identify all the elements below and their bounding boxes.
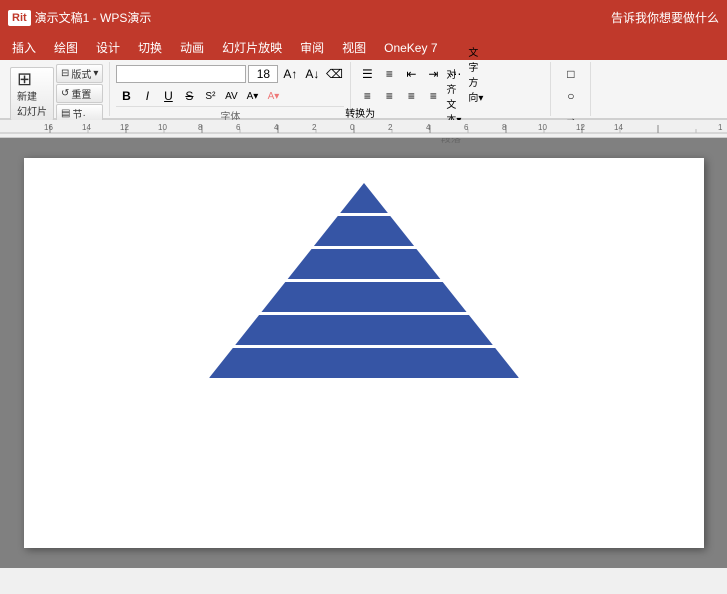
new-slide-label2: 幻灯片 xyxy=(17,103,47,118)
svg-text:10: 10 xyxy=(538,123,547,132)
char-spacing-button[interactable]: AV xyxy=(221,86,241,106)
reset-label: 重置 xyxy=(71,86,91,101)
font-grow-button[interactable]: A↑ xyxy=(280,64,300,84)
svg-text:14: 14 xyxy=(82,123,91,132)
svg-text:6: 6 xyxy=(236,123,241,132)
title-bar: Rit 演示文稿1 - WPS演示 告诉我你想要做什么 xyxy=(0,0,727,35)
section-icon: ▤ xyxy=(61,108,70,119)
menu-review[interactable]: 审阅 xyxy=(292,37,332,58)
reset-button[interactable]: ↺重置 xyxy=(56,84,103,103)
layout-label: 版式 xyxy=(71,66,91,81)
svg-text:2: 2 xyxy=(312,123,317,132)
ribbon-group-slides: ⊞ 新建 幻灯片 ⊟版式▾ ↺重置 ▤节· 幻 xyxy=(4,62,110,116)
menu-onekey[interactable]: OneKey 7 xyxy=(376,39,445,57)
svg-text:2: 2 xyxy=(388,123,393,132)
font-name-input[interactable] xyxy=(116,65,246,83)
text-direction-button[interactable]: 文字方向▾ xyxy=(467,64,487,84)
menu-insert[interactable]: 插入 xyxy=(4,37,44,58)
bold-button[interactable]: B xyxy=(116,86,136,106)
strikethrough-button[interactable]: S xyxy=(179,86,199,106)
ruler-svg: // This won't execute here, ruler marks … xyxy=(0,120,727,137)
font-shrink-button[interactable]: A↓ xyxy=(302,64,322,84)
menu-transition[interactable]: 切换 xyxy=(130,37,170,58)
new-slide-label: 新建 xyxy=(17,88,47,103)
menu-draw[interactable]: 绘图 xyxy=(46,37,86,58)
increase-indent-button[interactable]: ⇥ xyxy=(423,64,443,84)
highlight-button[interactable]: A▾ xyxy=(263,86,283,106)
justify-button[interactable]: ≡ xyxy=(423,86,443,106)
menu-slideshow[interactable]: 幻灯片放映 xyxy=(214,37,290,58)
underline-button[interactable]: U xyxy=(158,86,178,106)
svg-text:16: 16 xyxy=(44,123,53,132)
bullet-list-button[interactable]: ☰ xyxy=(357,64,377,84)
slides-group-inner: ⊞ 新建 幻灯片 ⊟版式▾ ↺重置 ▤节· xyxy=(10,64,103,123)
svg-text:4: 4 xyxy=(426,123,431,132)
document-title: 演示文稿1 - WPS演示 xyxy=(35,9,152,26)
layout-button[interactable]: ⊟版式▾ xyxy=(56,64,103,83)
font-color-picker-button[interactable]: A▾ xyxy=(242,86,262,106)
main-editing-area[interactable] xyxy=(0,138,727,568)
ribbon-group-font: A↑ A↓ ⌫ B I U S S² AV A▾ A▾ 字体 xyxy=(110,62,351,116)
svg-text:12: 12 xyxy=(120,123,129,132)
svg-text:4: 4 xyxy=(274,123,279,132)
help-hint[interactable]: 告诉我你想要做什么 xyxy=(611,9,719,26)
ribbon: ⊞ 新建 幻灯片 ⊟版式▾ ↺重置 ▤节· 幻 xyxy=(0,60,727,120)
ribbon-group-paragraph: ☰ ≡ ⇤ ⇥ ⋯ 文字方向▾ ≡ ≡ ≡ ≡ 对齐文本▾ 转换为 SmartA… xyxy=(351,62,551,116)
menu-design[interactable]: 设计 xyxy=(88,37,128,58)
align-left-button[interactable]: ≡ xyxy=(357,86,377,106)
ribbon-group-shapes: □ ○ → xyxy=(551,62,591,116)
align-center-button[interactable]: ≡ xyxy=(379,86,399,106)
pyramid-shape xyxy=(194,183,534,543)
shadow-button[interactable]: S² xyxy=(200,86,220,106)
svg-text:8: 8 xyxy=(198,123,203,132)
align-right-button[interactable]: ≡ xyxy=(401,86,421,106)
menu-animation[interactable]: 动画 xyxy=(172,37,212,58)
title-bar-left: Rit 演示文稿1 - WPS演示 xyxy=(8,9,151,26)
layout-icon: ⊟ xyxy=(61,68,69,79)
reset-icon: ↺ xyxy=(61,88,69,99)
svg-text:10: 10 xyxy=(158,123,167,132)
ruler: // This won't execute here, ruler marks … xyxy=(0,120,727,138)
slide-content xyxy=(194,183,534,543)
shape1-button[interactable]: □ xyxy=(561,64,581,84)
shape2-button[interactable]: ○ xyxy=(561,86,581,106)
clear-format-button[interactable]: ⌫ xyxy=(324,64,344,84)
italic-button[interactable]: I xyxy=(137,86,157,106)
svg-text:6: 6 xyxy=(464,123,469,132)
svg-text:1: 1 xyxy=(718,123,723,132)
menu-bar: 插入 绘图 设计 切换 动画 幻灯片放映 审阅 视图 OneKey 7 xyxy=(0,35,727,60)
decrease-indent-button[interactable]: ⇤ xyxy=(401,64,421,84)
svg-text:14: 14 xyxy=(614,123,623,132)
svg-text:12: 12 xyxy=(576,123,585,132)
section-label: 节· xyxy=(72,106,85,121)
font-size-input[interactable] xyxy=(248,65,278,83)
new-slide-button[interactable]: ⊞ 新建 幻灯片 xyxy=(10,67,54,121)
slide-canvas[interactable] xyxy=(24,158,704,548)
align-text-button[interactable]: 对齐文本▾ xyxy=(445,86,465,106)
ribbon-top: ⊞ 新建 幻灯片 ⊟版式▾ ↺重置 ▤节· 幻 xyxy=(0,60,727,118)
menu-view[interactable]: 视图 xyxy=(334,37,374,58)
svg-text:8: 8 xyxy=(502,123,507,132)
numbered-list-button[interactable]: ≡ xyxy=(379,64,399,84)
app-logo: Rit xyxy=(8,10,31,26)
shapes-group-inner: □ ○ → xyxy=(561,64,581,128)
svg-text:0: 0 xyxy=(350,123,355,132)
